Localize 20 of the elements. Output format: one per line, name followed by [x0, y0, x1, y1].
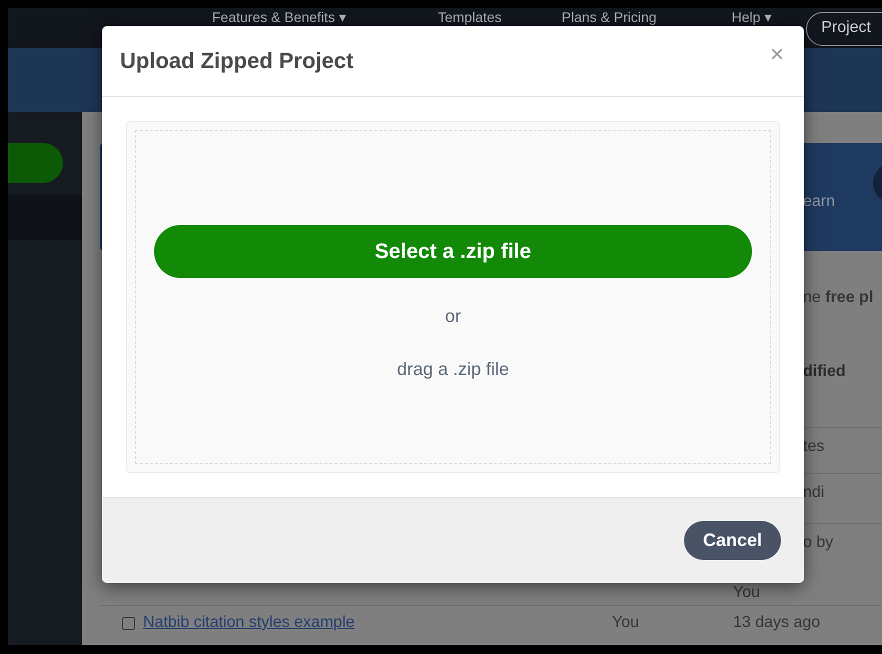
projects-button[interactable]: Project: [806, 12, 882, 46]
select-file-button[interactable]: Select a .zip file: [154, 225, 752, 278]
nav-link[interactable]: Help ▾: [732, 9, 772, 25]
drop-zone[interactable]: Select a .zip file or drag a .zip file: [126, 121, 780, 473]
nav-link[interactable]: Templates: [438, 9, 502, 25]
modified-cell-text: You: [733, 584, 761, 602]
nav-link[interactable]: Plans & Pricing: [562, 9, 657, 25]
or-separator: or: [444, 306, 461, 327]
plan-notice: ne free pl: [803, 289, 874, 307]
nav-link[interactable]: Features & Benefits ▾: [212, 9, 346, 25]
owner-cell-text: You: [612, 614, 640, 632]
banner-text: earn: [803, 193, 836, 211]
cancel-button[interactable]: Cancel: [684, 521, 781, 560]
modified-cell-text: tes: [802, 438, 826, 456]
row-checkbox[interactable]: [122, 617, 135, 630]
dialog-title: Upload Zipped Project: [120, 48, 354, 74]
drag-hint: drag a .zip file: [396, 359, 510, 380]
new-project-button[interactable]: [8, 143, 63, 183]
modified-cell-text: 13 days ago: [733, 614, 822, 632]
modified-cell-text: ndi: [802, 484, 826, 502]
